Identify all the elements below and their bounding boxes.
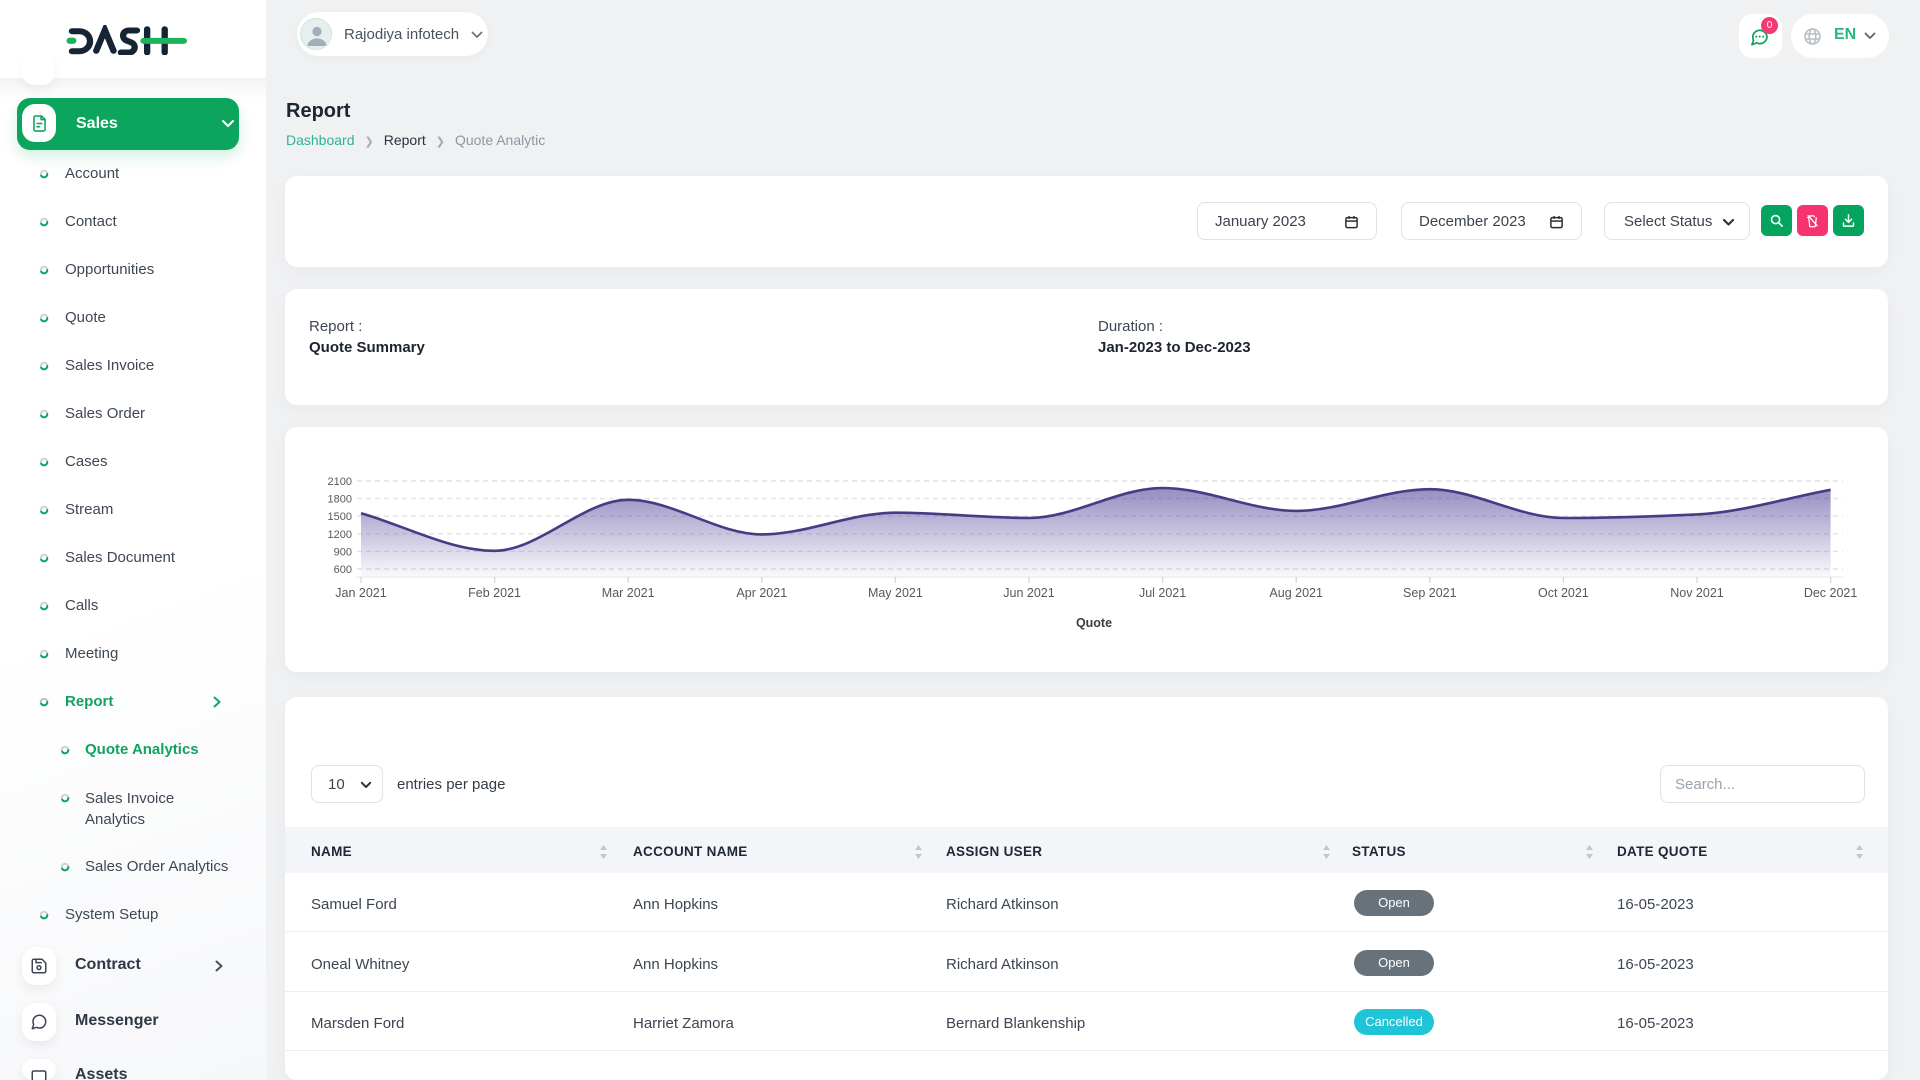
- svg-text:600: 600: [334, 564, 352, 576]
- svg-text:Sep 2021: Sep 2021: [1403, 586, 1457, 600]
- svg-text:Feb 2021: Feb 2021: [468, 586, 521, 600]
- svg-text:May 2021: May 2021: [868, 586, 923, 600]
- svg-text:1800: 1800: [328, 494, 352, 506]
- svg-text:Jul 2021: Jul 2021: [1139, 586, 1186, 600]
- svg-text:1500: 1500: [328, 511, 352, 523]
- svg-text:2100: 2100: [328, 476, 352, 488]
- svg-text:Oct 2021: Oct 2021: [1538, 586, 1589, 600]
- svg-text:Aug 2021: Aug 2021: [1269, 586, 1323, 600]
- svg-text:1200: 1200: [328, 529, 352, 541]
- svg-text:Nov 2021: Nov 2021: [1670, 586, 1724, 600]
- svg-text:Apr 2021: Apr 2021: [736, 586, 787, 600]
- svg-text:Jun 2021: Jun 2021: [1003, 586, 1054, 600]
- svg-text:Mar 2021: Mar 2021: [602, 586, 655, 600]
- svg-text:Jan 2021: Jan 2021: [335, 586, 386, 600]
- svg-text:Dec 2021: Dec 2021: [1804, 586, 1858, 600]
- svg-text:900: 900: [334, 546, 352, 558]
- svg-text:Quote: Quote: [1076, 616, 1112, 630]
